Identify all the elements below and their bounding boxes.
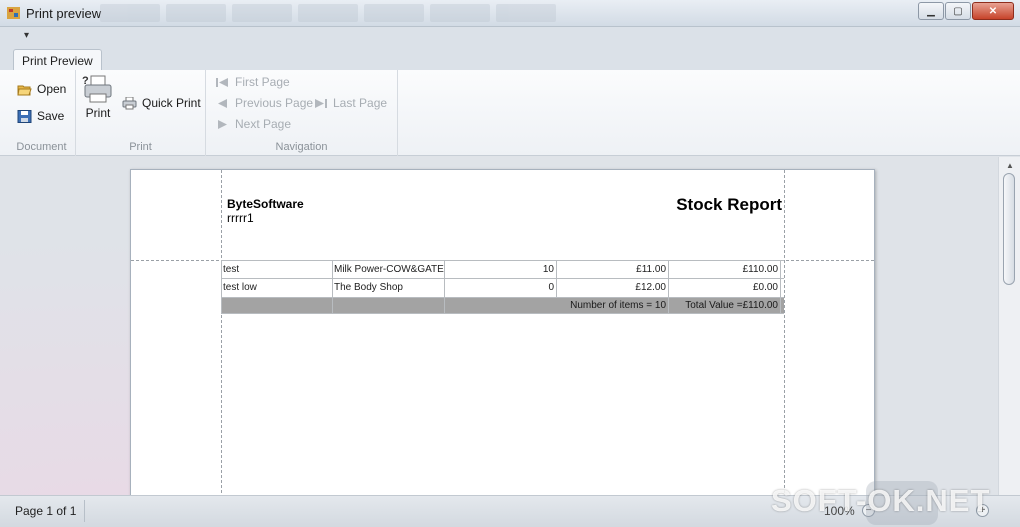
last-page-button[interactable]: Last Page [313, 96, 387, 110]
table-cell: 0 [445, 279, 557, 297]
table-cell: test [221, 261, 333, 278]
printer-icon: ? [82, 75, 112, 103]
quick-access-dropdown-icon[interactable]: ▾ [24, 30, 29, 41]
quick-print-button[interactable]: Quick Print [122, 96, 201, 110]
print-label: Print [85, 106, 111, 120]
stock-table: test Milk Power-COW&GATE 10 £11.00 £110.… [221, 260, 784, 314]
print-button[interactable]: ? Print [82, 74, 114, 120]
save-button[interactable]: Save [17, 109, 64, 123]
last-page-label: Last Page [333, 96, 388, 110]
first-page-button[interactable]: First Page [215, 75, 290, 89]
table-cell: £11.00 [557, 261, 669, 278]
scrollbar-thumb[interactable] [1003, 173, 1015, 285]
quick-print-icon [122, 96, 137, 109]
tab-print-preview[interactable]: Print Preview [13, 49, 102, 71]
preview-area[interactable]: ByteSoftware rrrrr1 Stock Report test Mi… [0, 157, 998, 495]
vertical-scrollbar[interactable]: ▲ [998, 157, 1020, 495]
previous-page-icon [218, 98, 227, 108]
title-bar: Print preview ▁ ▢ ✕ [0, 0, 1020, 27]
table-cell: test low [221, 279, 333, 297]
table-cell: The Body Shop [333, 279, 445, 297]
table-cell: £12.00 [557, 279, 669, 297]
next-page-icon [218, 119, 227, 129]
document-group-label: Document [16, 141, 67, 153]
window-title: Print preview [26, 6, 102, 21]
left-margin-guide [221, 170, 222, 495]
table-cell: 10 [445, 261, 557, 278]
table-cell: £110.00 [669, 261, 781, 278]
quick-print-label: Quick Print [142, 96, 201, 110]
quick-access-toolbar: ▾ [0, 27, 1020, 49]
app-icon [7, 7, 20, 19]
table-cell: £0.00 [669, 279, 781, 297]
status-separator [84, 500, 85, 522]
navigation-group-label: Navigation [275, 141, 328, 153]
previous-page-button[interactable]: Previous Page [215, 96, 313, 110]
minimize-button[interactable]: ▁ [918, 2, 944, 20]
document-group: Open Save Document [8, 70, 76, 156]
scroll-up-icon[interactable]: ▲ [1006, 161, 1014, 170]
table-cell [221, 298, 333, 313]
next-page-button[interactable]: Next Page [215, 117, 291, 131]
ribbon-tab-row: Print Preview [0, 49, 1020, 71]
report-title: Stock Report [676, 195, 782, 214]
previous-page-label: Previous Page [235, 96, 314, 110]
close-button[interactable]: ✕ [972, 2, 1014, 20]
report-subtitle: rrrrr1 [227, 211, 254, 225]
save-disk-icon [17, 109, 32, 123]
first-page-icon [216, 77, 228, 87]
navigation-group: First Page Previous Page Last Page Next … [206, 70, 398, 156]
items-count-cell: Number of items = 10 [445, 298, 669, 313]
table-cell [333, 298, 445, 313]
maximize-button[interactable]: ▢ [945, 2, 971, 20]
right-margin-guide [784, 170, 785, 495]
table-cell: Milk Power-COW&GATE [333, 261, 445, 278]
print-group: ? Print Quick Print Print [76, 70, 206, 156]
watermark: SOFT-OK.NET [771, 483, 991, 518]
open-folder-icon [17, 85, 32, 95]
company-name: ByteSoftware [227, 197, 304, 211]
next-page-label: Next Page [235, 117, 292, 131]
last-page-icon [315, 98, 327, 108]
window-controls: ▁ ▢ ✕ [918, 2, 1014, 20]
open-label: Open [37, 82, 67, 96]
ribbon: Open Save Document ? Print Quick Print P… [0, 70, 1020, 156]
open-button[interactable]: Open [17, 82, 66, 96]
table-row: test low The Body Shop 0 £12.00 £0.00 [221, 279, 784, 298]
save-label: Save [37, 109, 65, 123]
page-indicator: Page 1 of 1 [15, 504, 77, 518]
total-value-cell: Total Value =£110.00 [669, 298, 781, 313]
table-row: test Milk Power-COW&GATE 10 £11.00 £110.… [221, 260, 784, 279]
background-window-tabs [100, 4, 556, 22]
report-page: ByteSoftware rrrrr1 Stock Report test Mi… [130, 169, 875, 495]
totals-row: Number of items = 10 Total Value =£110.0… [221, 298, 784, 314]
print-group-label: Print [129, 141, 152, 153]
first-page-label: First Page [235, 75, 290, 89]
